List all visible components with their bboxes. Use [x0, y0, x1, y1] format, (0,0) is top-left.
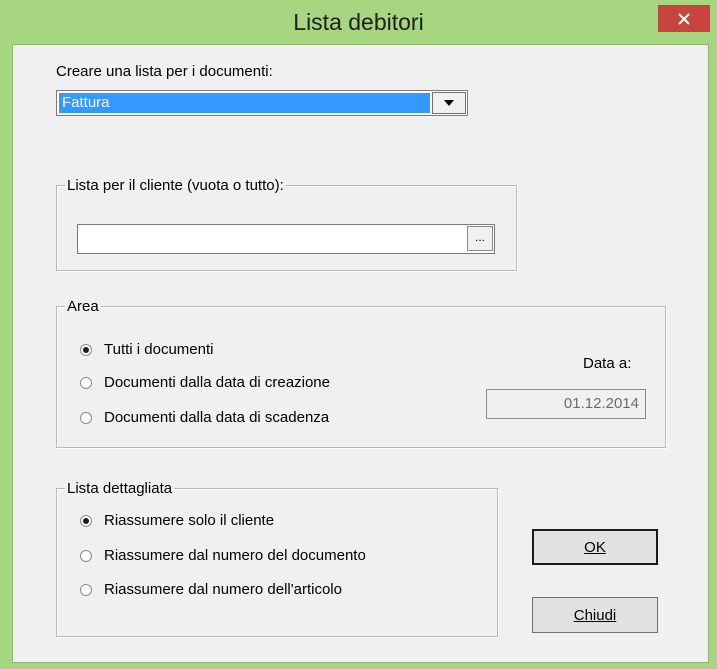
detail-group-legend: Lista dettagliata — [67, 480, 173, 497]
radio-unchecked-icon — [80, 376, 92, 389]
area-radio-creation-date-label: Documenti dalla data di creazione — [104, 374, 330, 391]
documents-select-dropdown-button[interactable] — [432, 92, 466, 114]
client-browse-button[interactable]: ... — [467, 226, 493, 251]
detail-radio-document-number-label: Riassumere dal numero del documento — [104, 547, 366, 564]
window-title: Lista debitori — [293, 9, 424, 35]
close-button[interactable]: Chiudi — [532, 597, 658, 633]
detail-radio-document-number[interactable]: Riassumere dal numero del documento — [80, 547, 366, 564]
radio-unchecked-icon — [80, 583, 92, 596]
dialog-window: Lista debitori Creare una lista per i do… — [0, 0, 717, 669]
close-icon — [678, 12, 690, 25]
title-bar[interactable]: Lista debitori — [0, 0, 717, 44]
close-window-button[interactable] — [658, 5, 710, 32]
date-to-field: 01.12.2014 — [486, 389, 646, 419]
area-radio-creation-date[interactable]: Documenti dalla data di creazione — [80, 374, 330, 391]
area-radio-all-label: Tutti i documenti — [104, 341, 214, 358]
detail-radio-client-label: Riassumere solo il cliente — [104, 512, 275, 529]
detail-radio-article-number-label: Riassumere dal numero dell'articolo — [104, 581, 342, 598]
chevron-down-icon — [444, 100, 454, 106]
client-group-legend: Lista per il cliente (vuota o tutto): — [67, 177, 284, 194]
area-radio-all[interactable]: Tutti i documenti — [80, 341, 214, 358]
radio-checked-icon — [80, 514, 92, 527]
documents-select-value: Fattura — [59, 93, 430, 113]
date-to-label: Data a: — [583, 355, 632, 372]
client-input[interactable]: ... — [77, 224, 495, 254]
documents-select[interactable]: Fattura — [56, 90, 468, 116]
detail-radio-article-number[interactable]: Riassumere dal numero dell'articolo — [80, 581, 342, 598]
ok-button[interactable]: OK — [532, 529, 658, 565]
radio-unchecked-icon — [80, 549, 92, 562]
area-group-legend: Area — [67, 298, 99, 315]
radio-checked-icon — [80, 343, 92, 356]
area-radio-due-date-label: Documenti dalla data di scadenza — [104, 409, 330, 426]
area-radio-due-date[interactable]: Documenti dalla data di scadenza — [80, 409, 329, 426]
detail-radio-client[interactable]: Riassumere solo il cliente — [80, 512, 274, 529]
documents-label: Creare una lista per i documenti: — [56, 63, 273, 80]
radio-unchecked-icon — [80, 411, 92, 424]
